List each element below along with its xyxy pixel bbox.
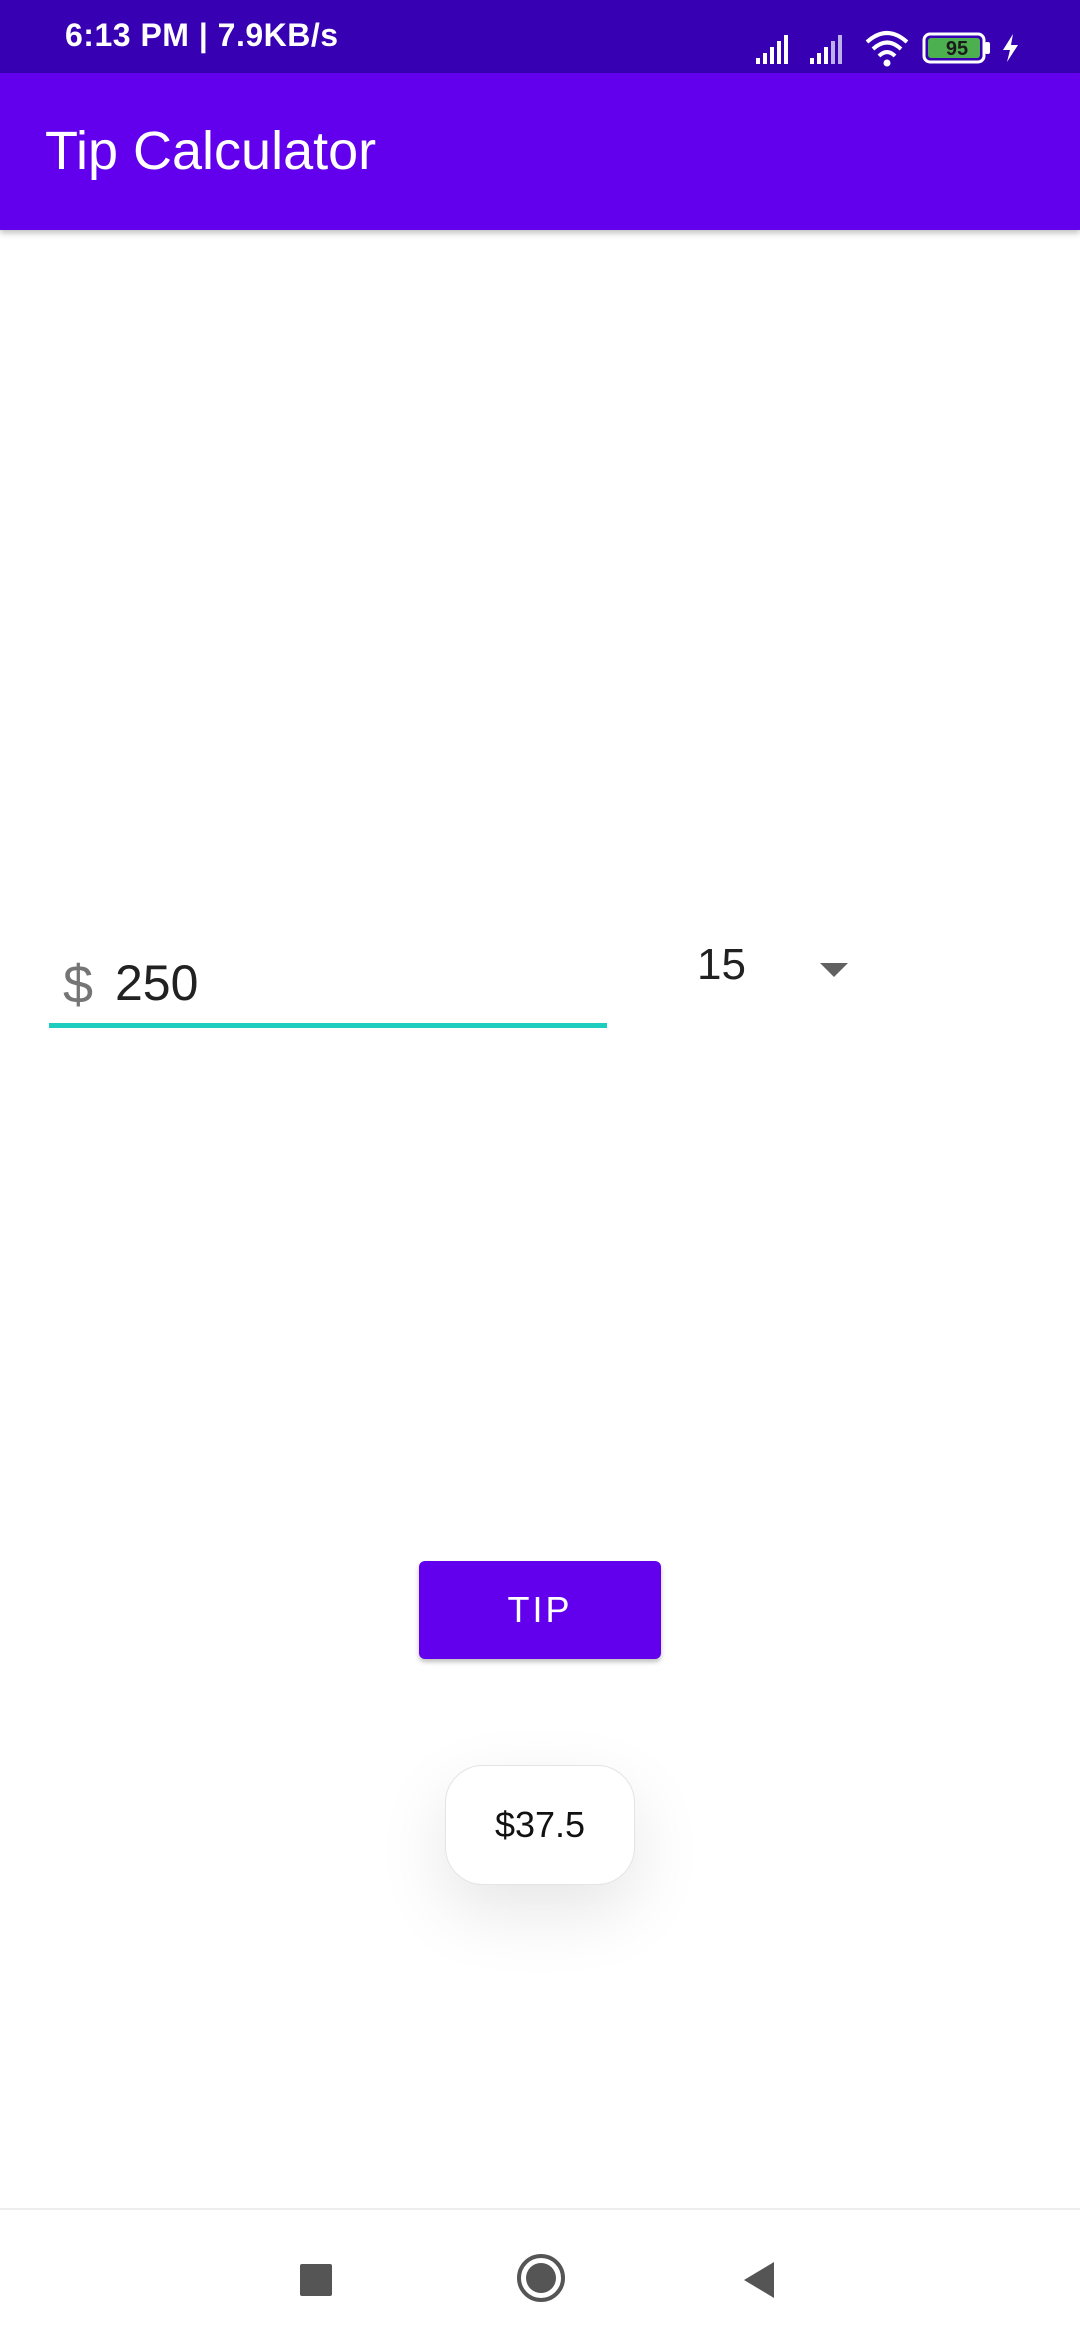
battery-level: 95 <box>945 38 969 60</box>
dropdown-arrow-icon <box>820 963 848 977</box>
back-icon[interactable] <box>740 2260 780 2300</box>
input-underline <box>49 1023 607 1028</box>
status-time: 6:13 PM | 7.9KB/s <box>65 17 339 53</box>
status-bar: 6:13 PM | 7.9KB/s 95 <box>0 0 1080 73</box>
tip-percentage-value: 15 <box>697 940 746 989</box>
tip-result-toast: $37.5 <box>445 1765 635 1885</box>
home-icon[interactable] <box>515 2252 567 2304</box>
cellular-signal-icon <box>756 35 788 64</box>
app-bar: Tip Calculator <box>0 73 1080 230</box>
tip-button[interactable]: TIP <box>419 1561 661 1659</box>
tip-percentage-spinner[interactable]: 15 <box>680 920 880 1015</box>
cellular-signal-icon <box>810 35 842 64</box>
bill-amount-field[interactable]: $ <box>49 930 607 1032</box>
navigation-bar <box>0 2208 1080 2342</box>
recents-icon[interactable] <box>300 2264 332 2296</box>
status-icons: 95 <box>754 28 1034 68</box>
bill-amount-input[interactable] <box>115 948 595 1018</box>
wifi-icon <box>865 31 909 67</box>
currency-prefix: $ <box>63 955 94 1015</box>
charging-icon <box>1003 34 1018 62</box>
app-title: Tip Calculator <box>45 121 377 181</box>
